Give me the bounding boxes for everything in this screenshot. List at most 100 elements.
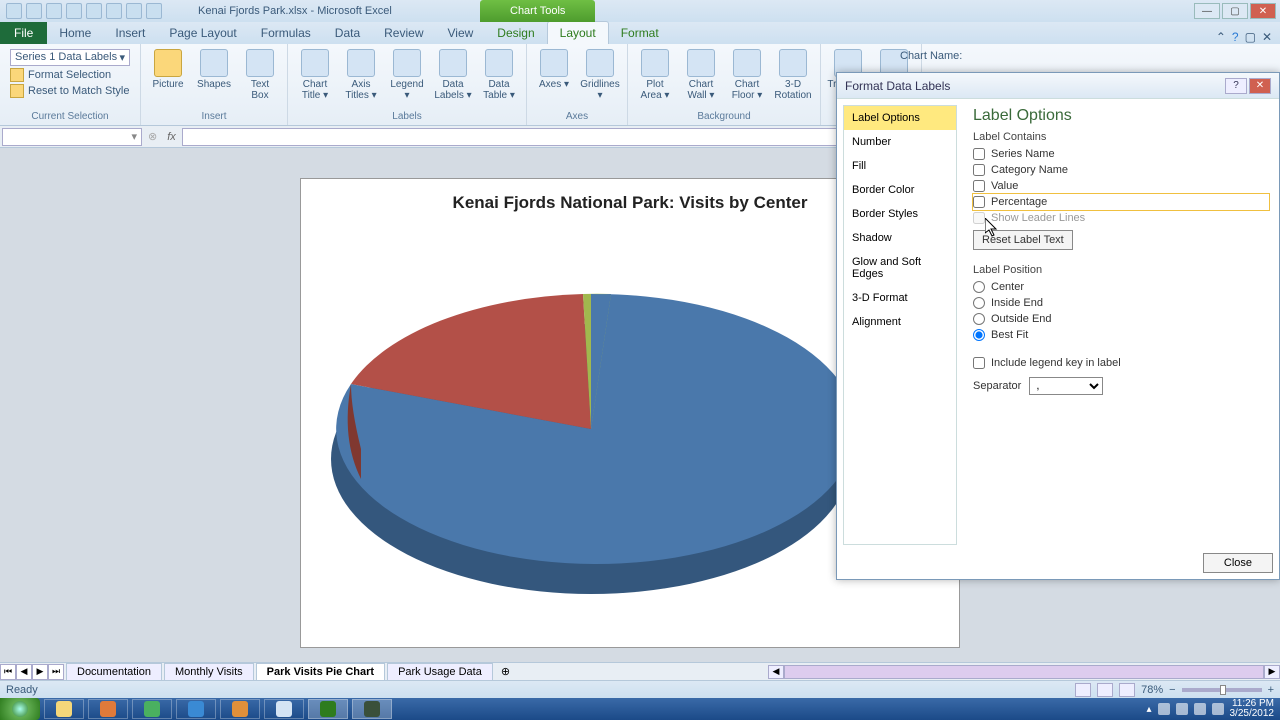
new-sheet-icon[interactable]: ⊕ — [493, 665, 518, 678]
zoom-slider[interactable] — [1182, 688, 1262, 692]
tab-format[interactable]: Format — [609, 22, 671, 44]
minimize-button[interactable]: — — [1194, 3, 1220, 19]
tab-file[interactable]: File — [0, 22, 47, 44]
category-glow[interactable]: Glow and Soft Edges — [844, 250, 956, 286]
sheet-tab-park-usage-data[interactable]: Park Usage Data — [387, 663, 493, 680]
legend-button[interactable]: Legend ▾ — [386, 47, 428, 103]
tab-page-layout[interactable]: Page Layout — [157, 22, 248, 44]
category-border-color[interactable]: Border Color — [844, 178, 956, 202]
checkbox-include-legend-key[interactable]: Include legend key in label — [973, 355, 1269, 371]
category-border-styles[interactable]: Border Styles — [844, 202, 956, 226]
name-box[interactable]: ▾ — [2, 128, 142, 146]
sheet-tab-park-visits-pie-chart[interactable]: Park Visits Pie Chart — [256, 663, 385, 680]
cancel-formula-icon[interactable]: ⊗ — [144, 130, 161, 143]
format-selection-button[interactable]: Format Selection — [10, 68, 130, 82]
scroll-right-button[interactable]: ▶ — [1264, 665, 1280, 679]
category-number[interactable]: Number — [844, 130, 956, 154]
category-label-options[interactable]: Label Options — [844, 106, 956, 130]
tray-flag-icon[interactable] — [1158, 703, 1170, 715]
textbox-button[interactable]: Text Box — [239, 47, 281, 103]
taskbar-calculator[interactable] — [264, 699, 304, 719]
next-sheet-button[interactable]: ▶ — [32, 664, 48, 680]
category-shadow[interactable]: Shadow — [844, 226, 956, 250]
category-fill[interactable]: Fill — [844, 154, 956, 178]
chart-floor-button[interactable]: Chart Floor ▾ — [726, 47, 768, 103]
taskbar-camtasia[interactable] — [352, 699, 392, 719]
zoom-in-button[interactable]: + — [1268, 684, 1274, 696]
show-hidden-icons-button[interactable]: ▴ — [1146, 704, 1151, 715]
chart-title-button[interactable]: Chart Title ▾ — [294, 47, 336, 103]
picture-button[interactable]: Picture — [147, 47, 189, 92]
close-button[interactable]: ✕ — [1250, 3, 1276, 19]
redo-icon[interactable] — [66, 3, 82, 19]
chart-wall-button[interactable]: Chart Wall ▾ — [680, 47, 722, 103]
tray-power-icon[interactable] — [1176, 703, 1188, 715]
fx-icon[interactable]: fx — [161, 131, 182, 143]
tray-network-icon[interactable] — [1194, 703, 1206, 715]
tab-home[interactable]: Home — [47, 22, 103, 44]
help-icon[interactable]: ? — [1232, 30, 1239, 44]
sheet-tab-documentation[interactable]: Documentation — [66, 663, 162, 680]
gridlines-button[interactable]: Gridlines ▾ — [579, 47, 621, 103]
save-icon[interactable] — [26, 3, 42, 19]
qat-customize-icon[interactable] — [146, 3, 162, 19]
horizontal-scrollbar[interactable] — [784, 665, 1264, 679]
checkbox-series-name[interactable]: Series Name — [973, 146, 1269, 162]
tab-review[interactable]: Review — [372, 22, 435, 44]
open-icon[interactable] — [106, 3, 122, 19]
minimize-ribbon-icon[interactable]: ⌃ — [1216, 30, 1226, 44]
axes-button[interactable]: Axes ▾ — [533, 47, 575, 92]
tab-design[interactable]: Design — [485, 22, 546, 44]
system-clock[interactable]: 11:26 PM 3/25/2012 — [1230, 699, 1275, 719]
last-sheet-button[interactable]: ⏭ — [48, 664, 64, 680]
taskbar-firefox[interactable] — [88, 699, 128, 719]
sheet-tab-monthly-visits[interactable]: Monthly Visits — [164, 663, 254, 680]
view-normal-button[interactable] — [1075, 683, 1091, 697]
restore-workbook-icon[interactable]: ▢ — [1245, 30, 1256, 44]
dialog-close-button[interactable]: Close — [1203, 553, 1273, 573]
data-labels-button[interactable]: Data Labels ▾ — [432, 47, 474, 103]
taskbar-excel[interactable] — [308, 699, 348, 719]
reset-style-button[interactable]: Reset to Match Style — [10, 84, 130, 98]
checkbox-category-name[interactable]: Category Name — [973, 162, 1269, 178]
new-icon[interactable] — [86, 3, 102, 19]
radio-inside-end[interactable]: Inside End — [973, 295, 1269, 311]
start-button[interactable] — [0, 698, 40, 720]
chart-element-selector[interactable]: Series 1 Data Labels▾ — [10, 49, 130, 66]
close-workbook-icon[interactable]: ✕ — [1262, 30, 1272, 44]
scroll-left-button[interactable]: ◀ — [768, 665, 784, 679]
taskbar-chrome[interactable] — [132, 699, 172, 719]
radio-best-fit[interactable]: Best Fit — [973, 327, 1269, 343]
print-preview-icon[interactable] — [126, 3, 142, 19]
first-sheet-button[interactable]: ⏮ — [0, 664, 16, 680]
zoom-out-button[interactable]: − — [1169, 684, 1175, 696]
tab-layout[interactable]: Layout — [547, 21, 609, 44]
pie-plot[interactable] — [311, 239, 871, 619]
data-table-button[interactable]: Data Table ▾ — [478, 47, 520, 103]
category-alignment[interactable]: Alignment — [844, 310, 956, 334]
undo-icon[interactable] — [46, 3, 62, 19]
taskbar-ie[interactable] — [176, 699, 216, 719]
checkbox-value[interactable]: Value — [973, 178, 1269, 194]
dialog-close-icon[interactable]: ✕ — [1249, 78, 1271, 94]
view-page-break-button[interactable] — [1119, 683, 1135, 697]
category-3d-format[interactable]: 3-D Format — [844, 286, 956, 310]
tab-formulas[interactable]: Formulas — [249, 22, 323, 44]
zoom-level[interactable]: 78% — [1141, 684, 1163, 696]
tray-volume-icon[interactable] — [1212, 703, 1224, 715]
axis-titles-button[interactable]: Axis Titles ▾ — [340, 47, 382, 103]
view-page-layout-button[interactable] — [1097, 683, 1113, 697]
radio-center[interactable]: Center — [973, 279, 1269, 295]
maximize-button[interactable]: ▢ — [1222, 3, 1248, 19]
rotation-button[interactable]: 3-D Rotation — [772, 47, 814, 103]
separator-select[interactable]: , — [1029, 377, 1103, 395]
prev-sheet-button[interactable]: ◀ — [16, 664, 32, 680]
checkbox-percentage[interactable]: Percentage — [973, 194, 1269, 210]
reset-label-text-button[interactable]: Reset Label Text — [973, 230, 1073, 250]
taskbar-explorer[interactable] — [44, 699, 84, 719]
tab-data[interactable]: Data — [323, 22, 372, 44]
taskbar-media-player[interactable] — [220, 699, 260, 719]
shapes-button[interactable]: Shapes — [193, 47, 235, 92]
tab-view[interactable]: View — [436, 22, 486, 44]
plot-area-button[interactable]: Plot Area ▾ — [634, 47, 676, 103]
